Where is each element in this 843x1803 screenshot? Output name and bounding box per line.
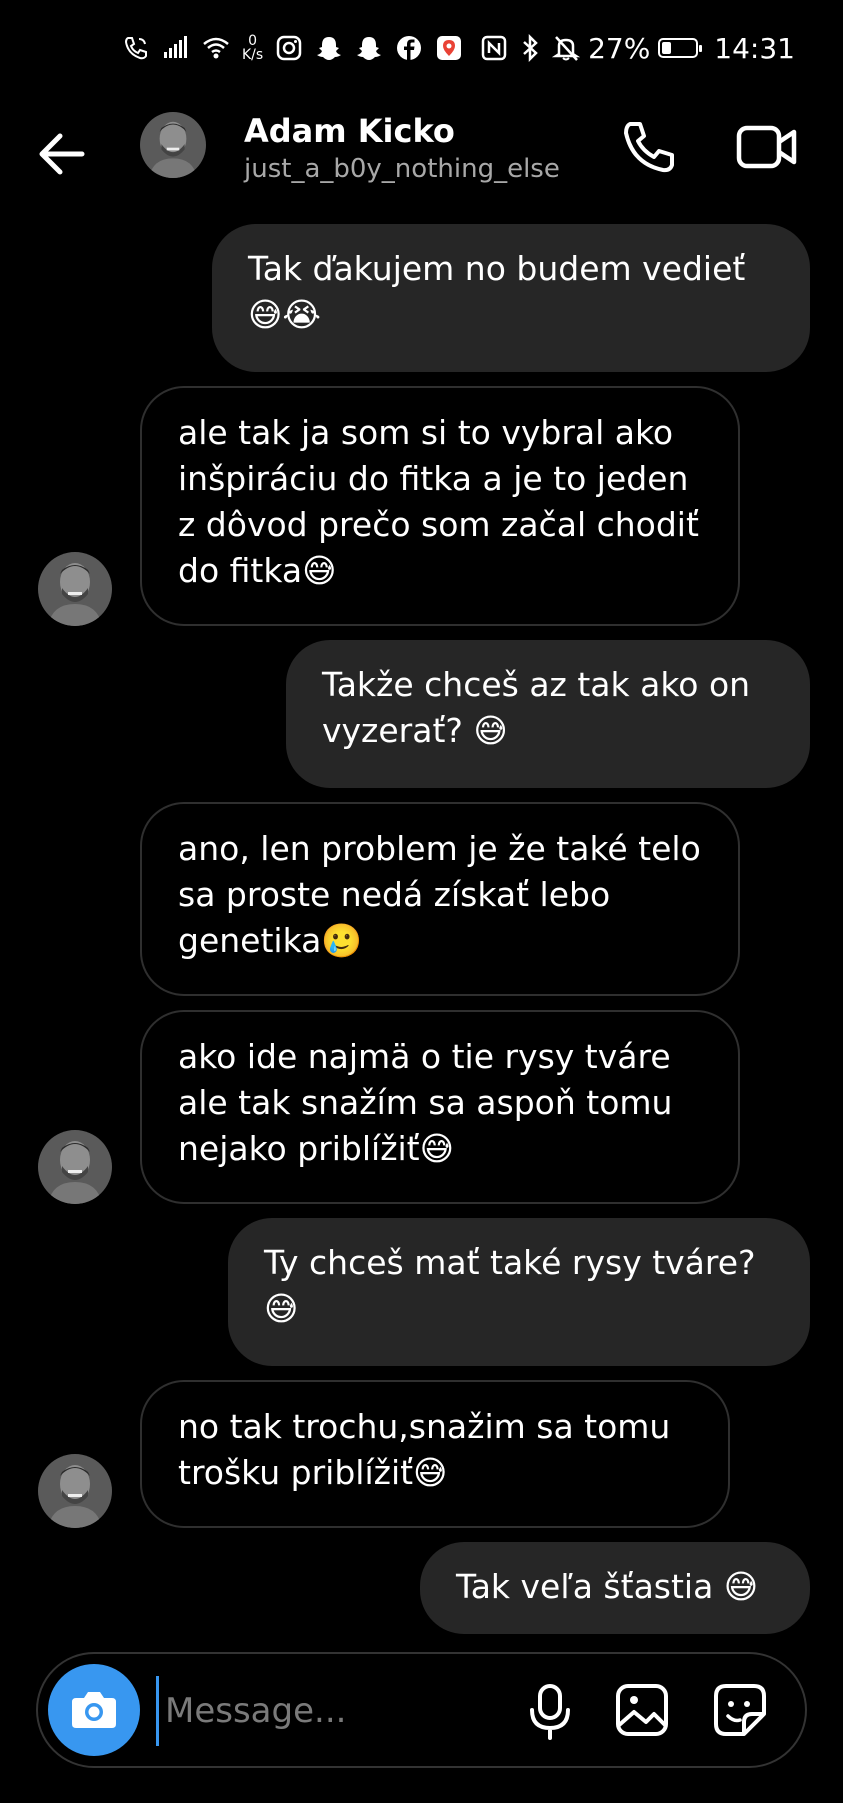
maps-icon — [437, 36, 462, 60]
image-icon[interactable] — [614, 1682, 670, 1738]
battery-percent: 27% — [588, 31, 651, 65]
clock: 14:31 — [714, 31, 795, 65]
contact-username[interactable]: just_a_b0y_nothing_else — [244, 154, 560, 184]
status-bar-left: 0 K/s — [122, 28, 463, 68]
message-composer — [36, 1652, 807, 1768]
camera-icon — [72, 1692, 116, 1728]
wifi-icon — [203, 37, 229, 59]
message-text: Ty chceš mať také rysy tváre? 😅 — [264, 1243, 756, 1328]
message-text: ale tak ja som si to vybral ako inšpirác… — [178, 413, 699, 590]
bluetooth-icon — [523, 34, 538, 62]
message-incoming[interactable]: ale tak ja som si to vybral ako inšpirác… — [140, 386, 740, 626]
message-outgoing[interactable]: Ty chceš mať také rysy tváre? 😅 — [228, 1218, 810, 1366]
message-input[interactable] — [156, 1676, 527, 1746]
microphone-icon[interactable] — [522, 1682, 578, 1740]
arrow-left-icon[interactable] — [36, 126, 96, 182]
phone-icon[interactable] — [620, 118, 678, 176]
network-speed-unit: K/s — [242, 47, 264, 63]
message-text: Tak veľa šťastia 😅 — [456, 1567, 759, 1606]
bell-muted-icon — [552, 36, 581, 61]
message-outgoing[interactable]: Tak veľa šťastia 😅 — [420, 1542, 810, 1634]
camera-button[interactable] — [48, 1664, 140, 1756]
chat-header: Adam Kicko just_a_b0y_nothing_else — [0, 100, 843, 210]
wifi-calling-icon — [124, 37, 147, 60]
message-text: Tak ďakujem no budem vedieť 😅😭 — [248, 249, 746, 334]
status-bar-right: 27% 14:31 — [480, 28, 795, 68]
message-outgoing[interactable]: Takže chceš az tak ako on vyzerať? 😅 — [286, 640, 810, 788]
battery-icon — [658, 38, 703, 58]
message-text: Takže chceš az tak ako on vyzerať? 😅 — [322, 665, 751, 750]
instagram-icon — [276, 35, 302, 61]
message-text: no tak trochu,snažim sa tomu trošku prib… — [178, 1407, 671, 1492]
network-speed: 0 K/s — [242, 34, 263, 62]
facebook-icon — [397, 36, 422, 60]
snapchat-icon-2 — [357, 37, 382, 60]
contact-name[interactable]: Adam Kicko — [244, 112, 455, 150]
video-camera-icon[interactable] — [736, 122, 798, 172]
avatar[interactable] — [38, 1454, 112, 1528]
avatar[interactable] — [38, 552, 112, 626]
network-speed-value: 0 — [248, 33, 258, 49]
avatar[interactable] — [140, 112, 206, 178]
message-outgoing[interactable]: Tak ďakujem no budem vedieť 😅😭 — [212, 224, 810, 372]
message-text: ano, len problem je že také telo sa pros… — [178, 829, 701, 960]
snapchat-icon — [317, 37, 342, 60]
signal-icon — [164, 36, 187, 58]
sticker-icon[interactable] — [712, 1682, 768, 1738]
battery-level — [662, 42, 671, 54]
nfc-icon — [481, 35, 507, 61]
message-incoming[interactable]: ako ide najmä o tie rysy tváre ale tak s… — [140, 1010, 740, 1204]
message-incoming[interactable]: ano, len problem je že také telo sa pros… — [140, 802, 740, 996]
avatar[interactable] — [38, 1130, 112, 1204]
message-text: ako ide najmä o tie rysy tváre ale tak s… — [178, 1037, 673, 1168]
message-incoming[interactable]: no tak trochu,snažim sa tomu trošku prib… — [140, 1380, 730, 1528]
status-bar: 0 K/s 27% 14:31 — [0, 0, 843, 100]
